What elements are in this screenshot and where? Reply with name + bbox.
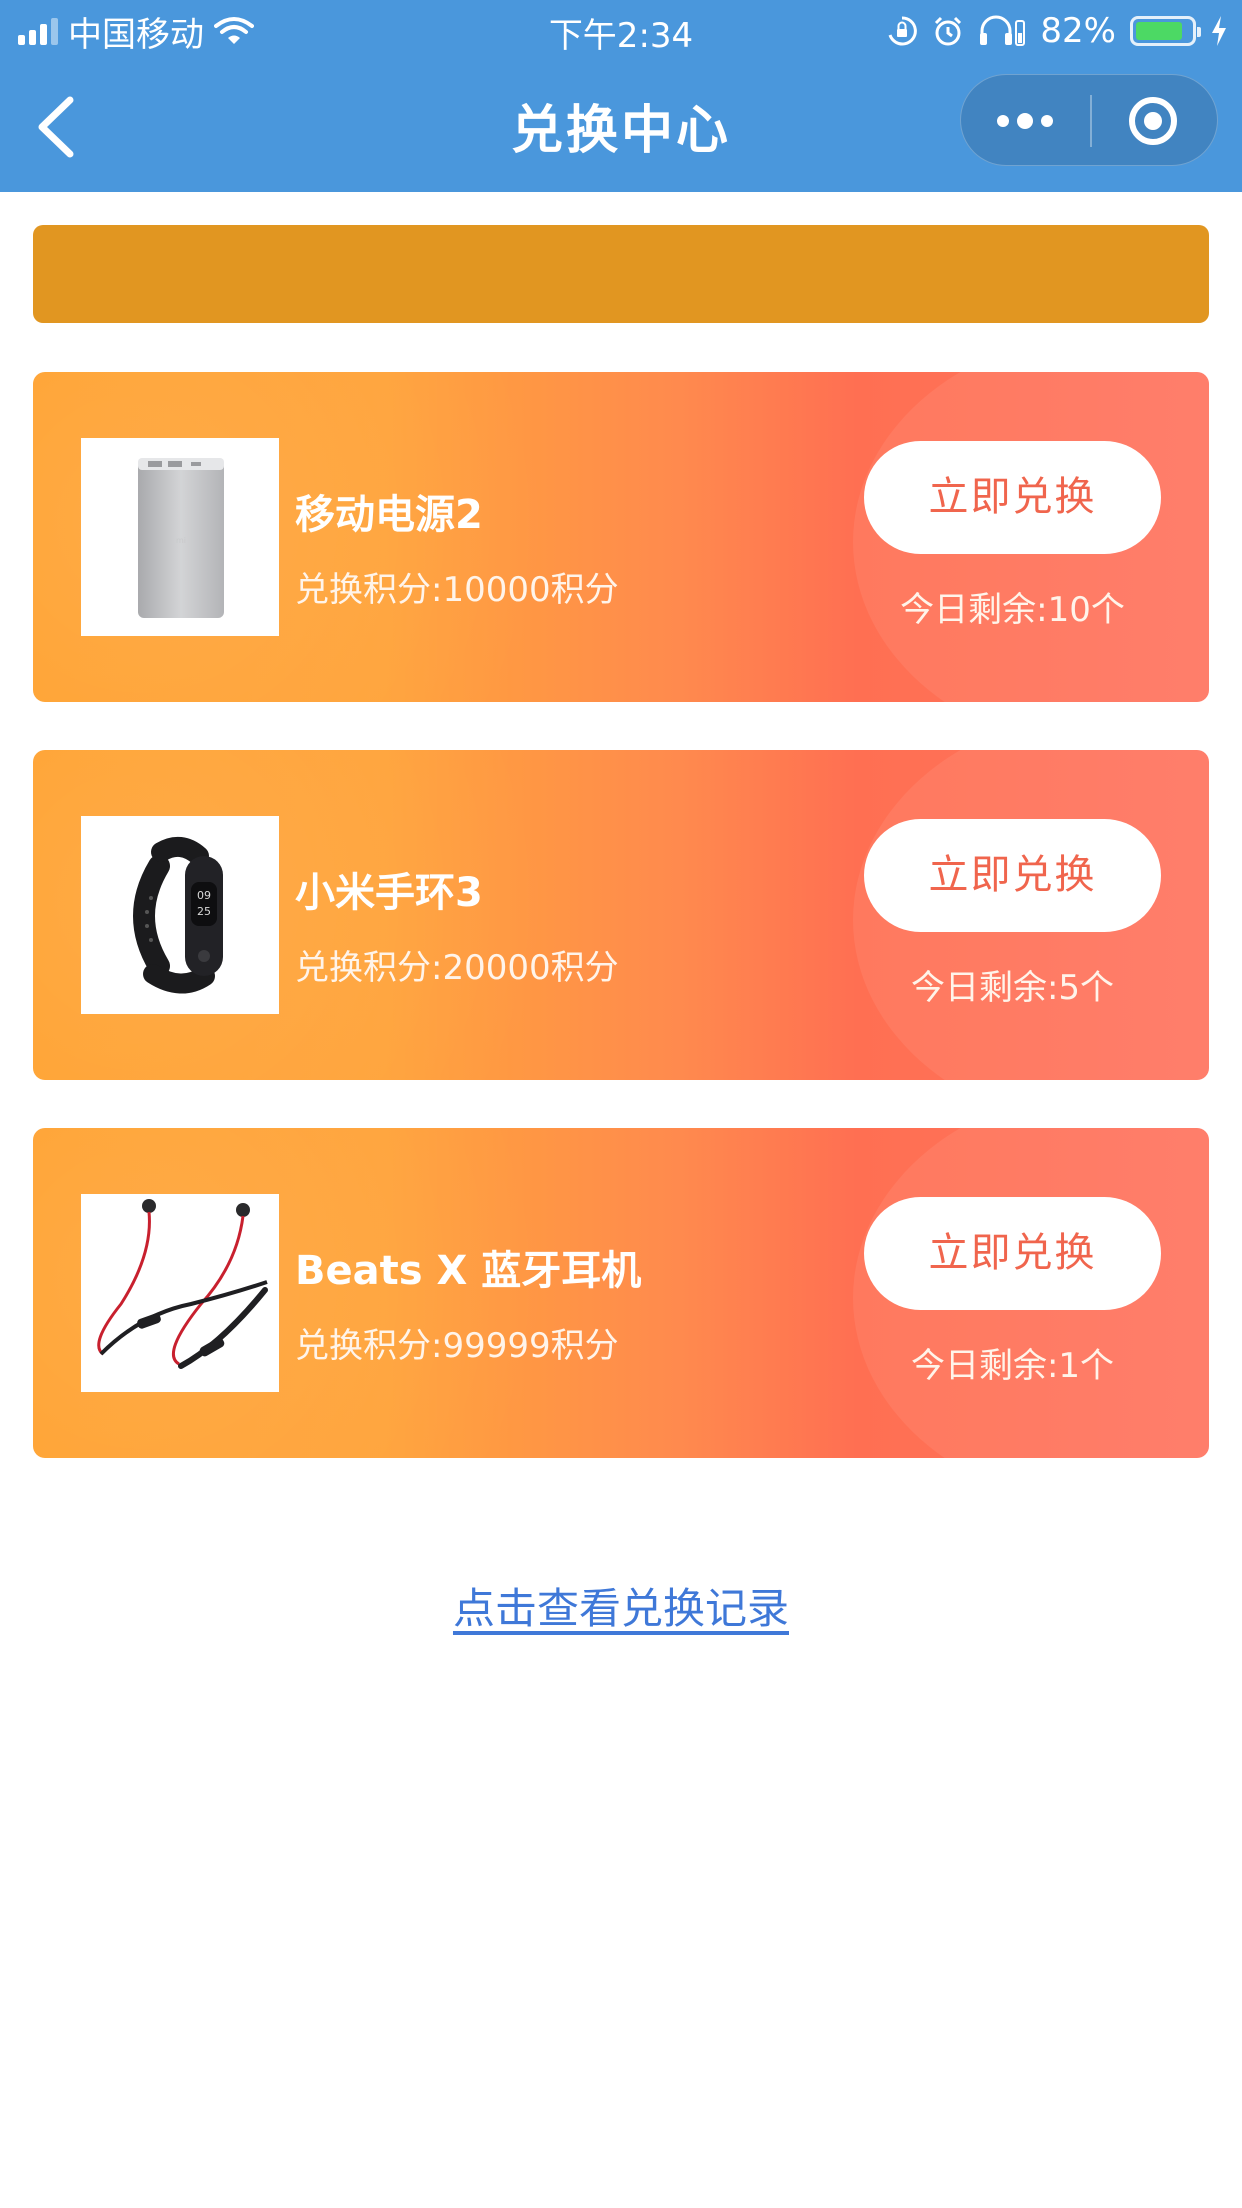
alarm-icon <box>935 16 962 46</box>
redeem-button[interactable]: 立即兑换 <box>864 1197 1161 1310</box>
battery-icon <box>1130 16 1201 46</box>
product-image-fitness-band: 09 25 <box>81 816 279 1014</box>
remaining-today: 今日剩余:1个 <box>910 1346 1115 1386</box>
status-right: 82% <box>886 8 1228 54</box>
headphones-icon <box>980 15 1026 46</box>
remaining-today: 今日剩余:10个 <box>900 590 1125 630</box>
product-card: Beats X 蓝牙耳机 兑换积分:99999积分 立即兑换 今日剩余:1个 <box>33 1128 1209 1458</box>
redeem-button[interactable]: 立即兑换 <box>864 441 1161 554</box>
redeem-button[interactable]: 立即兑换 <box>864 819 1161 932</box>
product-image-power-bank: mi <box>81 438 279 636</box>
battery-percent: 82% <box>1040 11 1116 51</box>
product-card: mi 移动电源2 兑换积分:10000积分 立即兑换 今日剩余:10个 <box>33 372 1209 702</box>
svg-text:25: 25 <box>197 905 211 918</box>
product-card: 09 25 小米手环3 兑换积分:20000积分 立即兑换 今日剩余:5个 <box>33 750 1209 1080</box>
product-name: 小米手环3 <box>295 870 483 916</box>
charging-icon <box>1212 16 1226 46</box>
navigation-bar: 兑换中心 <box>0 62 1242 192</box>
more-dots-icon <box>997 115 1009 127</box>
rotation-lock-icon <box>888 16 918 46</box>
banner-bar <box>33 225 1209 323</box>
remaining-today: 今日剩余:5个 <box>910 968 1115 1008</box>
product-name: Beats X 蓝牙耳机 <box>295 1248 642 1294</box>
view-redemption-history-link[interactable]: 点击查看兑换记录 <box>0 1575 1242 1636</box>
svg-text:mi: mi <box>176 536 186 545</box>
svg-text:09: 09 <box>197 889 211 902</box>
close-target-icon[interactable] <box>1129 97 1177 145</box>
product-name: 移动电源2 <box>295 492 483 538</box>
product-image-earphones <box>81 1194 279 1392</box>
product-points: 兑换积分:20000积分 <box>295 948 619 988</box>
product-points: 兑换积分:10000积分 <box>295 570 619 610</box>
capsule-divider <box>1090 95 1092 147</box>
more-button[interactable] <box>961 75 1089 167</box>
product-points: 兑换积分:99999积分 <box>295 1326 619 1366</box>
miniprogram-capsule <box>960 74 1218 166</box>
status-bar: 中国移动 下午2:34 82% <box>0 0 1242 62</box>
